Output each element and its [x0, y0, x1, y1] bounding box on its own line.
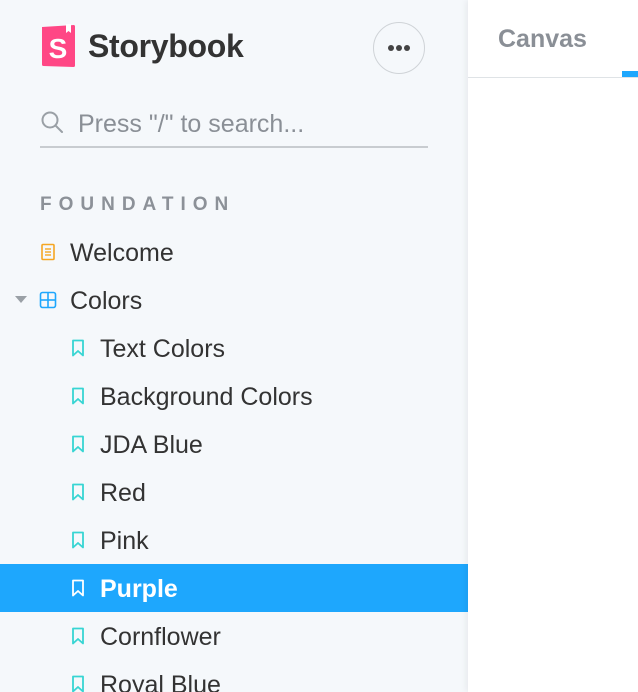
sidebar-item-label: Colors	[70, 287, 143, 315]
sidebar-item-purple[interactable]: Purple	[0, 564, 468, 612]
ellipsis-icon	[387, 39, 411, 57]
sidebar-item-welcome[interactable]: Welcome	[0, 228, 468, 276]
sidebar-item-text-colors[interactable]: Text Colors	[0, 324, 468, 372]
storybook-logo-icon[interactable]: S	[40, 24, 76, 68]
sidebar-item-red[interactable]: Red	[0, 468, 468, 516]
toolbar: Canvas	[468, 0, 638, 78]
search-box	[40, 104, 428, 148]
main-panel: Canvas	[468, 0, 638, 692]
sidebar-item-label: Background Colors	[100, 383, 313, 411]
sidebar: S Storybook Press "/" to search... FOUND…	[0, 0, 468, 692]
sidebar-item-cornflower[interactable]: Cornflower	[0, 612, 468, 660]
sidebar-item-label: Royal Blue	[100, 671, 221, 692]
sidebar-item-royal-blue[interactable]: Royal Blue	[0, 660, 468, 692]
sidebar-item-label: JDA Blue	[100, 431, 203, 459]
svg-text:S: S	[49, 33, 68, 64]
bookmark-icon	[69, 627, 87, 645]
bookmark-icon	[69, 387, 87, 405]
tab-canvas[interactable]: Canvas	[498, 24, 587, 54]
brand-header: S Storybook	[40, 22, 430, 74]
component-icon	[39, 291, 57, 309]
sidebar-item-label: Pink	[100, 527, 149, 555]
sidebar-tree: Welcome Colors Text Colors Background Co…	[0, 228, 468, 692]
sidebar-item-label: Welcome	[70, 239, 174, 267]
storybook-app: S Storybook Press "/" to search... FOUND…	[0, 0, 638, 692]
search-icon	[40, 110, 66, 136]
sidebar-item-label: Cornflower	[100, 623, 221, 651]
sidebar-section-title: FOUNDATION	[40, 194, 236, 215]
sidebar-item-colors[interactable]: Colors	[0, 276, 468, 324]
sidebar-item-label: Purple	[100, 575, 178, 603]
caret-down-icon[interactable]	[15, 296, 27, 303]
active-tab-indicator	[622, 71, 638, 77]
bookmark-icon	[69, 483, 87, 501]
bookmark-icon	[69, 339, 87, 357]
sidebar-item-background-colors[interactable]: Background Colors	[0, 372, 468, 420]
search-input[interactable]	[78, 104, 418, 144]
document-icon	[39, 243, 57, 261]
sidebar-item-jda-blue[interactable]: JDA Blue	[0, 420, 468, 468]
bookmark-icon	[69, 579, 87, 597]
bookmark-icon	[69, 435, 87, 453]
bookmark-icon	[69, 675, 87, 692]
sidebar-item-pink[interactable]: Pink	[0, 516, 468, 564]
sidebar-item-label: Text Colors	[100, 335, 226, 363]
sidebar-item-label: Red	[100, 479, 146, 507]
brand-name[interactable]: Storybook	[88, 26, 244, 66]
bookmark-icon	[69, 531, 87, 549]
more-menu-button[interactable]	[373, 22, 425, 74]
